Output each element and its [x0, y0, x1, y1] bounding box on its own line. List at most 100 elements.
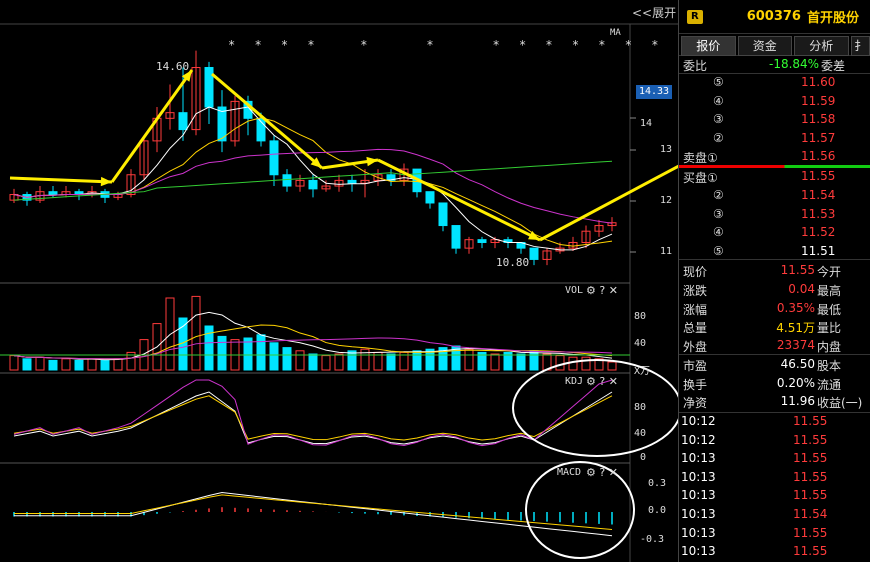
tick-time: 10:13: [681, 525, 716, 540]
candle-body: [425, 191, 435, 204]
tick-row: 10:13 11.54: [679, 506, 870, 524]
panel-header: R 600376 首开股份: [679, 0, 870, 34]
candle-body: [529, 247, 539, 260]
volume-bar: [581, 356, 591, 371]
macd-line: [14, 491, 613, 537]
tick-time: 10:13: [681, 469, 716, 484]
stat-label-2: 量比: [817, 321, 842, 336]
stat-label: 市盈: [683, 359, 708, 373]
stat-label: 总量: [683, 321, 708, 336]
buy-price: 11.51: [801, 244, 836, 259]
tick-time: 10:13: [681, 544, 716, 559]
price-tick: 12: [660, 195, 673, 206]
buy-row[interactable]: ④ 11.52: [679, 224, 870, 242]
stat-label-2: 流通: [817, 377, 842, 392]
trend-arrow-1-head: [100, 176, 112, 187]
tick-price: 11.54: [793, 507, 828, 521]
tab-fund[interactable]: 资金: [737, 36, 792, 56]
tick-row: 10:13 11.55: [679, 487, 870, 505]
vol-label: VOL: [565, 285, 584, 296]
volume-bar: [295, 350, 305, 371]
sell-row[interactable]: ③ 11.58: [679, 111, 870, 129]
stat-row: 净资 11.96 收益(一): [679, 393, 870, 411]
price-tick: 11: [660, 246, 673, 257]
buy-level-label: ②: [713, 187, 724, 202]
stat-row: 总量 4.51万 量比: [679, 318, 870, 336]
stat-label-2: 最高: [817, 283, 842, 298]
weibi-label: 委比: [683, 59, 708, 73]
macd-tick: 0.3: [648, 478, 667, 489]
tick-price: 11.55: [793, 469, 828, 484]
vol-tick: 80: [634, 311, 647, 322]
weibi-value: -18.84%: [769, 57, 820, 71]
tick-price: 11.55: [793, 414, 828, 428]
stock-name: 首开股份: [806, 11, 859, 26]
stat-label: 外盘: [683, 340, 708, 355]
stat-value: 0.35%: [776, 300, 815, 315]
kdj-label: KDJ: [565, 376, 584, 387]
volume-bar: [334, 353, 344, 371]
sell-row[interactable]: ④ 11.59: [679, 93, 870, 111]
price-tick: 14: [640, 118, 653, 129]
tick-row: 10:12 11.55: [679, 432, 870, 450]
buy-row[interactable]: ③ 11.53: [679, 206, 870, 224]
stat-label: 现价: [683, 265, 708, 279]
volume-bar: [269, 342, 279, 371]
buy-level-label: ③: [713, 206, 724, 221]
buy-row[interactable]: ② 11.54: [679, 187, 870, 205]
stat-row: 涨跌 0.04 最高: [679, 281, 870, 299]
volume-bar: [321, 355, 331, 371]
kdj-line: [13, 379, 613, 447]
r-badge: R: [687, 9, 703, 24]
stat-row: 现价 11.55 今开: [679, 262, 870, 280]
volume-bar: [35, 356, 45, 371]
stat-label: 换手: [683, 377, 708, 392]
signal-stars: * * * * * * * * * * * * * * *: [228, 38, 718, 52]
vol-icons[interactable]: ⚙ ? ✕: [586, 284, 618, 297]
tab-analysis[interactable]: 分析: [794, 36, 849, 56]
macd-line: [14, 494, 613, 530]
vol-ma-line: [13, 311, 613, 361]
sell-level-label: ④: [713, 93, 724, 108]
vol-tick: 40: [634, 338, 647, 349]
candle-body: [282, 174, 292, 187]
buy-row[interactable]: 买盘① 11.55: [679, 168, 870, 186]
volume-bar: [48, 359, 58, 371]
volume-bar: [555, 355, 565, 371]
candle-body: [204, 67, 214, 108]
volume-bar: [61, 358, 71, 371]
sell-row[interactable]: ② 11.57: [679, 130, 870, 148]
weicha-label: 委差: [821, 59, 846, 73]
volume-bar: [529, 350, 539, 371]
sell-row[interactable]: ⑤ 11.60: [679, 74, 870, 92]
expand-button[interactable]: <<展开: [632, 4, 676, 21]
volume-bar: [256, 334, 266, 371]
candle-body: [48, 191, 58, 196]
tick-row: 10:12 11.55: [679, 413, 870, 431]
buy-price: 11.53: [801, 206, 836, 221]
tick-time: 10:12: [681, 432, 716, 447]
sell-level-label: ③: [713, 112, 724, 126]
candle-body: [438, 202, 448, 227]
candle-body: [269, 140, 279, 176]
kdj-icons[interactable]: ⚙ ? ✕: [586, 375, 618, 388]
volume-bar: [9, 355, 19, 371]
stat-value: 46.50: [780, 357, 815, 371]
volume-bar: [568, 356, 578, 371]
macd-icons[interactable]: ⚙ ? ✕: [586, 466, 618, 479]
kdj-tick: 80: [634, 402, 647, 413]
tick-time: 10:13: [681, 488, 716, 503]
buy-level-label: ⑤: [713, 244, 724, 259]
stat-label-2: 最低: [817, 302, 842, 317]
buy-price: 11.54: [801, 187, 836, 202]
volume-bar: [87, 358, 97, 371]
chart-area[interactable]: <<展开 * * * * * * * * * * * * * * * MA 14…: [0, 0, 711, 562]
tab-quote[interactable]: 报价: [681, 36, 736, 56]
tab-more[interactable]: 扌: [850, 36, 870, 56]
sell-row[interactable]: 卖盘① 11.56: [679, 148, 870, 166]
stat-value: 0.20%: [776, 375, 815, 390]
stock-code: 600376: [746, 9, 801, 24]
quote-panel: R 600376 首开股份 报价 资金 分析 扌 委比 -18.84% 委差 ⑤…: [678, 0, 870, 562]
kdj-line: [13, 391, 613, 445]
stat-value: 4.51万: [776, 321, 815, 336]
